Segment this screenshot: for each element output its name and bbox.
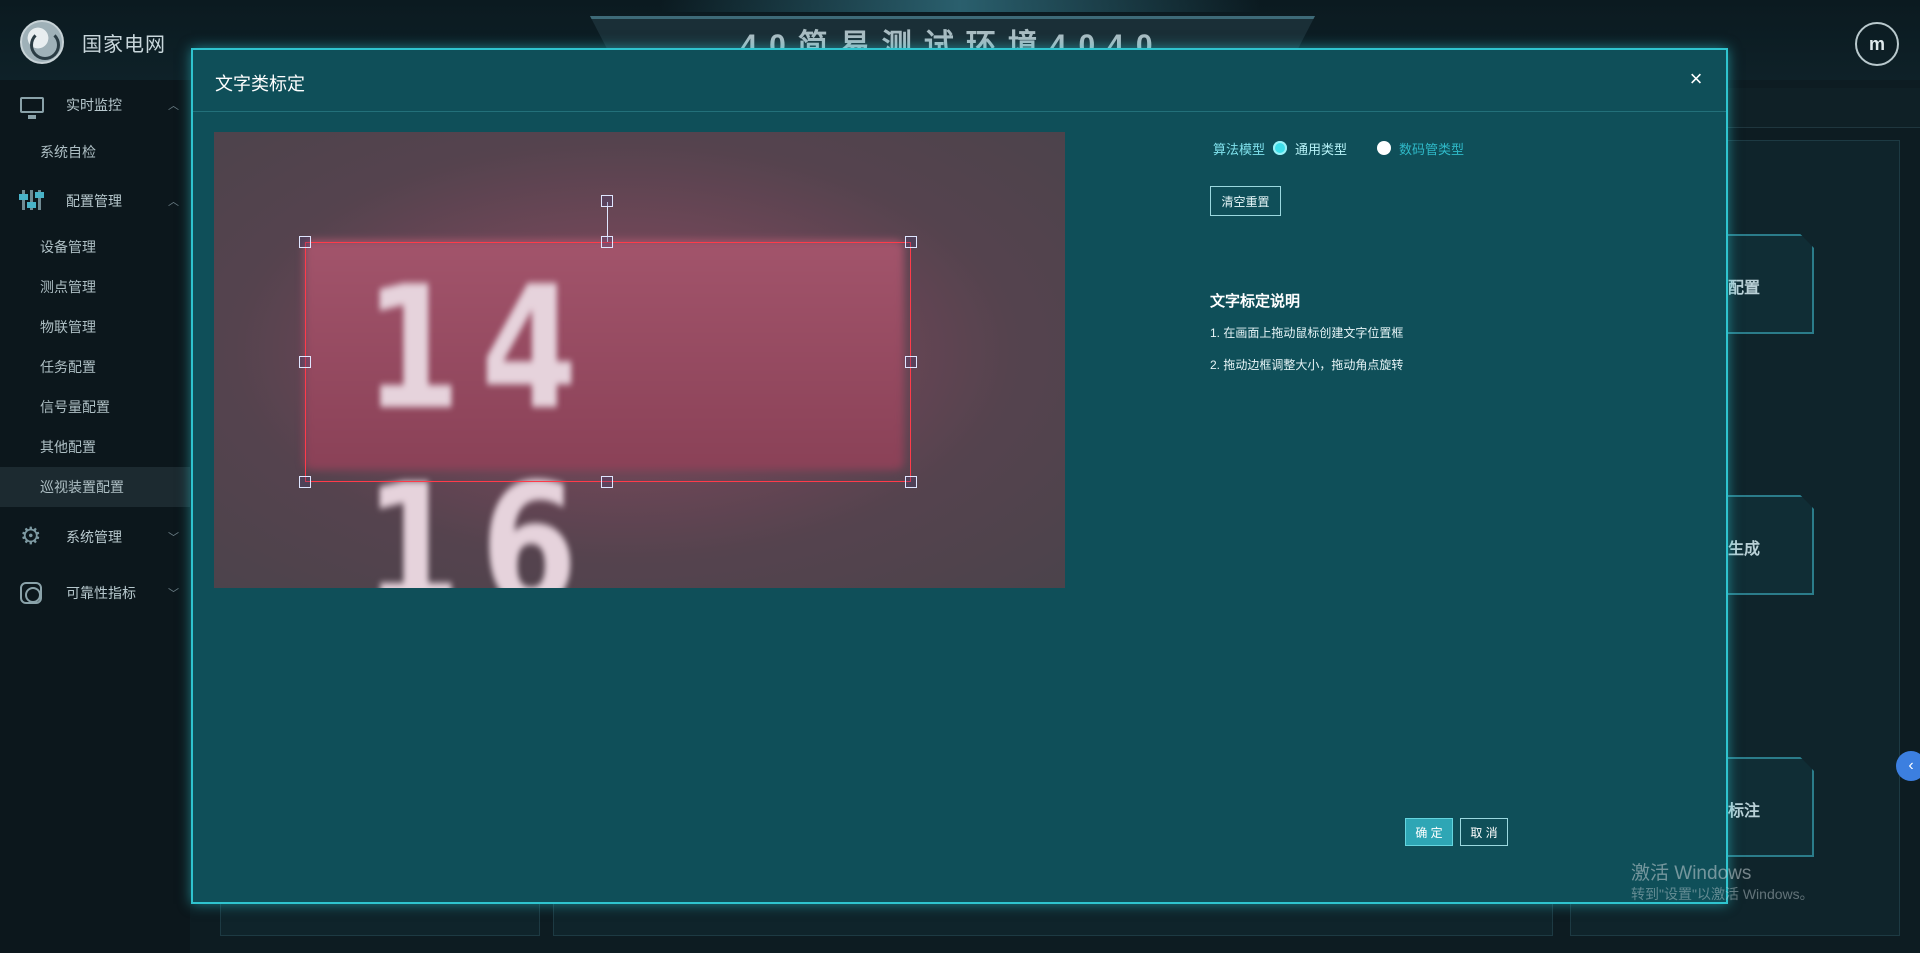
card-label: 标注: [1728, 803, 1761, 820]
card-label: 配置: [1728, 280, 1761, 297]
collapse-panel-button[interactable]: ‹: [1896, 751, 1920, 781]
close-icon[interactable]: ×: [1684, 67, 1708, 91]
resize-handle-bottom-right[interactable]: [905, 476, 917, 488]
help-line-1: 1. 在画面上拖动鼠标创建文字位置框: [1210, 326, 1404, 340]
nav-item-patrol-device-config[interactable]: 巡视装置配置: [0, 467, 190, 507]
nav-group-system-management[interactable]: ⚙ 系统管理 ﹀: [0, 516, 190, 558]
text-selection-box[interactable]: [305, 242, 911, 482]
windows-activation-watermark-title: 激活 Windows: [1631, 863, 1752, 884]
nav-group-label: 实时监控: [66, 97, 122, 113]
chevron-left-icon: ‹: [1908, 757, 1914, 774]
nav-item-system-selfcheck[interactable]: 系统自检: [0, 132, 190, 172]
nav-item-iot-management[interactable]: 物联管理: [0, 307, 190, 347]
dialog-title: 文字类标定: [215, 74, 305, 94]
resize-handle-top[interactable]: [601, 236, 613, 248]
text-calibration-dialog: 文字类标定 × 14 16 算法模型 通用类型 数码管类型 清空重置 文字标定说…: [191, 48, 1728, 904]
nav-item-task-config[interactable]: 任务配置: [0, 347, 190, 387]
nav-group-realtime-monitor[interactable]: 实时监控 ︿: [0, 84, 190, 126]
sliders-icon: [19, 190, 44, 212]
nav-item-point-management[interactable]: 测点管理: [0, 267, 190, 307]
nav-item-other-config[interactable]: 其他配置: [0, 427, 190, 467]
cancel-button[interactable]: 取 消: [1460, 818, 1508, 846]
chevron-down-icon: ﹀: [168, 588, 179, 600]
resize-handle-top-left[interactable]: [299, 236, 311, 248]
user-avatar[interactable]: m: [1855, 22, 1899, 66]
nav-item-signal-config[interactable]: 信号量配置: [0, 387, 190, 427]
nav-group-reliability[interactable]: 可靠性指标 ﹀: [0, 572, 190, 614]
chevron-down-icon: ﹀: [168, 532, 179, 544]
nav-group-config-management[interactable]: 配置管理 ︿: [0, 180, 190, 222]
resize-handle-right[interactable]: [905, 356, 917, 368]
help-line-2: 2. 拖动边框调整大小，拖动角点旋转: [1210, 358, 1404, 372]
clear-reset-button[interactable]: 清空重置: [1210, 186, 1281, 216]
chevron-up-icon: ︿: [168, 196, 179, 208]
help-title: 文字标定说明: [1210, 293, 1301, 310]
state-grid-logo-icon: [20, 20, 64, 64]
radio-digital-tube-type[interactable]: [1377, 141, 1392, 155]
resize-handle-bottom-left[interactable]: [299, 476, 311, 488]
algorithm-model-row: 算法模型 通用类型 数码管类型: [1213, 138, 1464, 158]
reliability-icon: [20, 582, 42, 604]
nav-group-label: 配置管理: [66, 193, 122, 209]
resize-handle-bottom[interactable]: [601, 476, 613, 488]
option-digital-tube-type-label[interactable]: 数码管类型: [1399, 139, 1464, 158]
windows-activation-watermark-text: 转到"设置"以激活 Windows。: [1631, 886, 1814, 902]
algorithm-model-label: 算法模型: [1213, 141, 1266, 157]
radio-general-type[interactable]: [1273, 141, 1288, 155]
chevron-up-icon: ︿: [168, 100, 179, 112]
rotate-handle[interactable]: [601, 195, 613, 207]
nav-item-device-management[interactable]: 设备管理: [0, 227, 190, 267]
header-glow: [660, 0, 1260, 12]
resize-handle-left[interactable]: [299, 356, 311, 368]
option-general-type-label[interactable]: 通用类型: [1295, 139, 1347, 158]
gear-icon: ⚙: [20, 523, 42, 550]
card-label: 生成: [1728, 541, 1761, 558]
brand-name: 国家电网: [82, 34, 166, 56]
resize-handle-top-right[interactable]: [905, 236, 917, 248]
nav-group-label: 系统管理: [66, 529, 122, 545]
nav-group-label: 可靠性指标: [66, 585, 136, 601]
sidebar: 实时监控 ︿ 系统自检 配置管理 ︿ 设备管理 测点管理 物联管理 任务配置 信…: [0, 80, 190, 953]
confirm-button[interactable]: 确 定: [1405, 818, 1453, 846]
calibration-image-canvas[interactable]: 14 16: [214, 132, 1065, 588]
dialog-header: 文字类标定 ×: [193, 50, 1726, 112]
monitor-icon: [20, 97, 44, 119]
